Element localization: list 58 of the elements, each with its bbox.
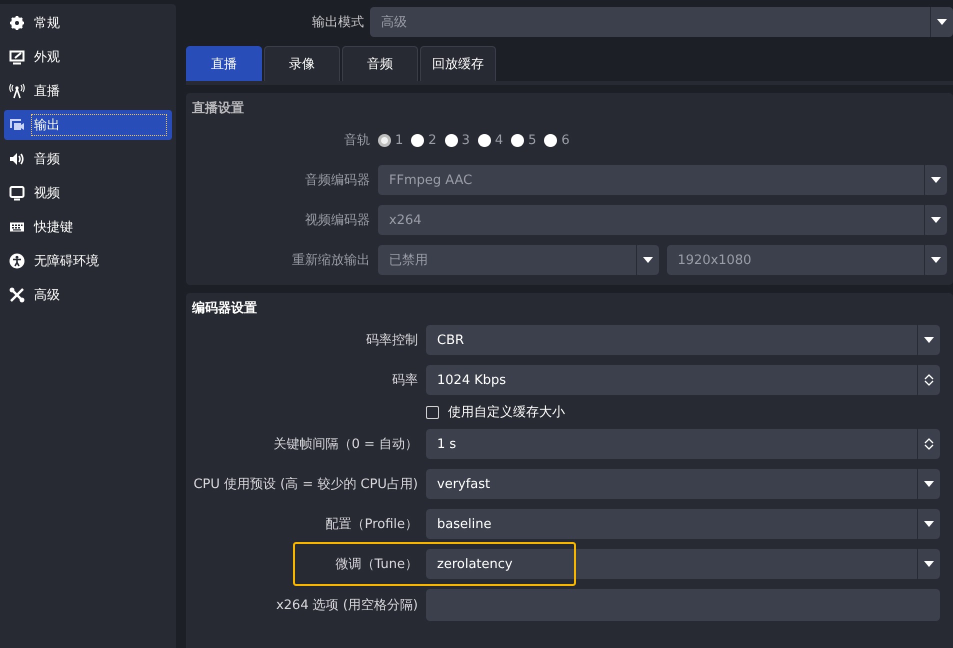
field-label: 输出模式: [311, 14, 364, 31]
monitor-icon: [9, 49, 25, 65]
tab[interactable]: 直播: [186, 46, 262, 81]
output-icon: [9, 117, 25, 133]
screen-icon: [9, 185, 25, 201]
sidebar-item[interactable]: 音频: [4, 144, 172, 174]
field-label: x264 选项 (用空格分隔): [275, 597, 418, 614]
tools-icon: [9, 287, 25, 303]
caret-icon: [937, 19, 947, 25]
caret-icon: [924, 337, 934, 343]
down-chevron-icon[interactable]: [924, 444, 934, 450]
section-title: 直播设置: [192, 100, 244, 115]
sidebar-item[interactable]: 视频: [4, 178, 172, 208]
field-label: 音轨: [343, 132, 370, 149]
caret-icon: [924, 481, 934, 487]
field-label: 音频编码器: [304, 172, 370, 189]
caret-icon: [931, 217, 941, 223]
tab[interactable]: 音频: [342, 46, 418, 81]
down-chevron-icon[interactable]: [924, 380, 934, 386]
dropdown[interactable]: 高级: [370, 7, 953, 37]
field-label: CPU 使用预设 (高 = 较少的 CPU占用): [192, 476, 418, 493]
spin-box[interactable]: 1024 Kbps: [426, 365, 940, 395]
field-label: 重新缩放输出: [291, 252, 370, 269]
caret-icon: [924, 521, 934, 527]
tab[interactable]: 回放缓存: [420, 46, 496, 81]
field-label: 码率: [391, 372, 418, 389]
sidebar-item[interactable]: 常规: [4, 8, 172, 38]
caret-icon: [931, 177, 941, 183]
sidebar-item[interactable]: 高级: [4, 280, 172, 310]
up-chevron-icon[interactable]: [924, 374, 934, 380]
section-title: 编码器设置: [192, 300, 257, 315]
input-field[interactable]: [426, 589, 940, 621]
field-label: 关键帧间隔（0 = 自动）: [272, 436, 418, 453]
antenna-icon: [9, 83, 25, 99]
field-label: 视频编码器: [304, 212, 370, 229]
sidebar-item[interactable]: 输出: [4, 110, 172, 140]
sidebar-item[interactable]: 外观: [4, 42, 172, 72]
dropdown[interactable]: CBR: [426, 325, 940, 355]
gear-icon: [9, 15, 25, 31]
checkbox-label: 使用自定义缓存大小: [448, 404, 565, 421]
sidebar-item[interactable]: 快捷键: [4, 212, 172, 242]
dropdown[interactable]: baseline: [426, 509, 940, 539]
spin-box[interactable]: 1 s: [426, 429, 940, 459]
accessibility-icon: [9, 253, 25, 269]
field-label: 配置（Profile）: [324, 516, 418, 533]
sidebar-item[interactable]: 直播: [4, 76, 172, 106]
dropdown[interactable]: zerolatency: [426, 549, 940, 579]
sidebar-item[interactable]: 无障碍环境: [4, 246, 172, 276]
dropdown[interactable]: veryfast: [426, 469, 940, 499]
caret-icon: [924, 561, 934, 567]
up-chevron-icon[interactable]: [924, 438, 934, 444]
caret-icon: [642, 257, 652, 263]
speaker-icon: [9, 151, 25, 167]
caret-icon: [931, 257, 941, 263]
field-label: 微调（Tune）: [334, 556, 418, 573]
field-label: 码率控制: [365, 332, 418, 349]
checkbox[interactable]: [426, 406, 439, 418]
tab[interactable]: 录像: [264, 46, 340, 81]
